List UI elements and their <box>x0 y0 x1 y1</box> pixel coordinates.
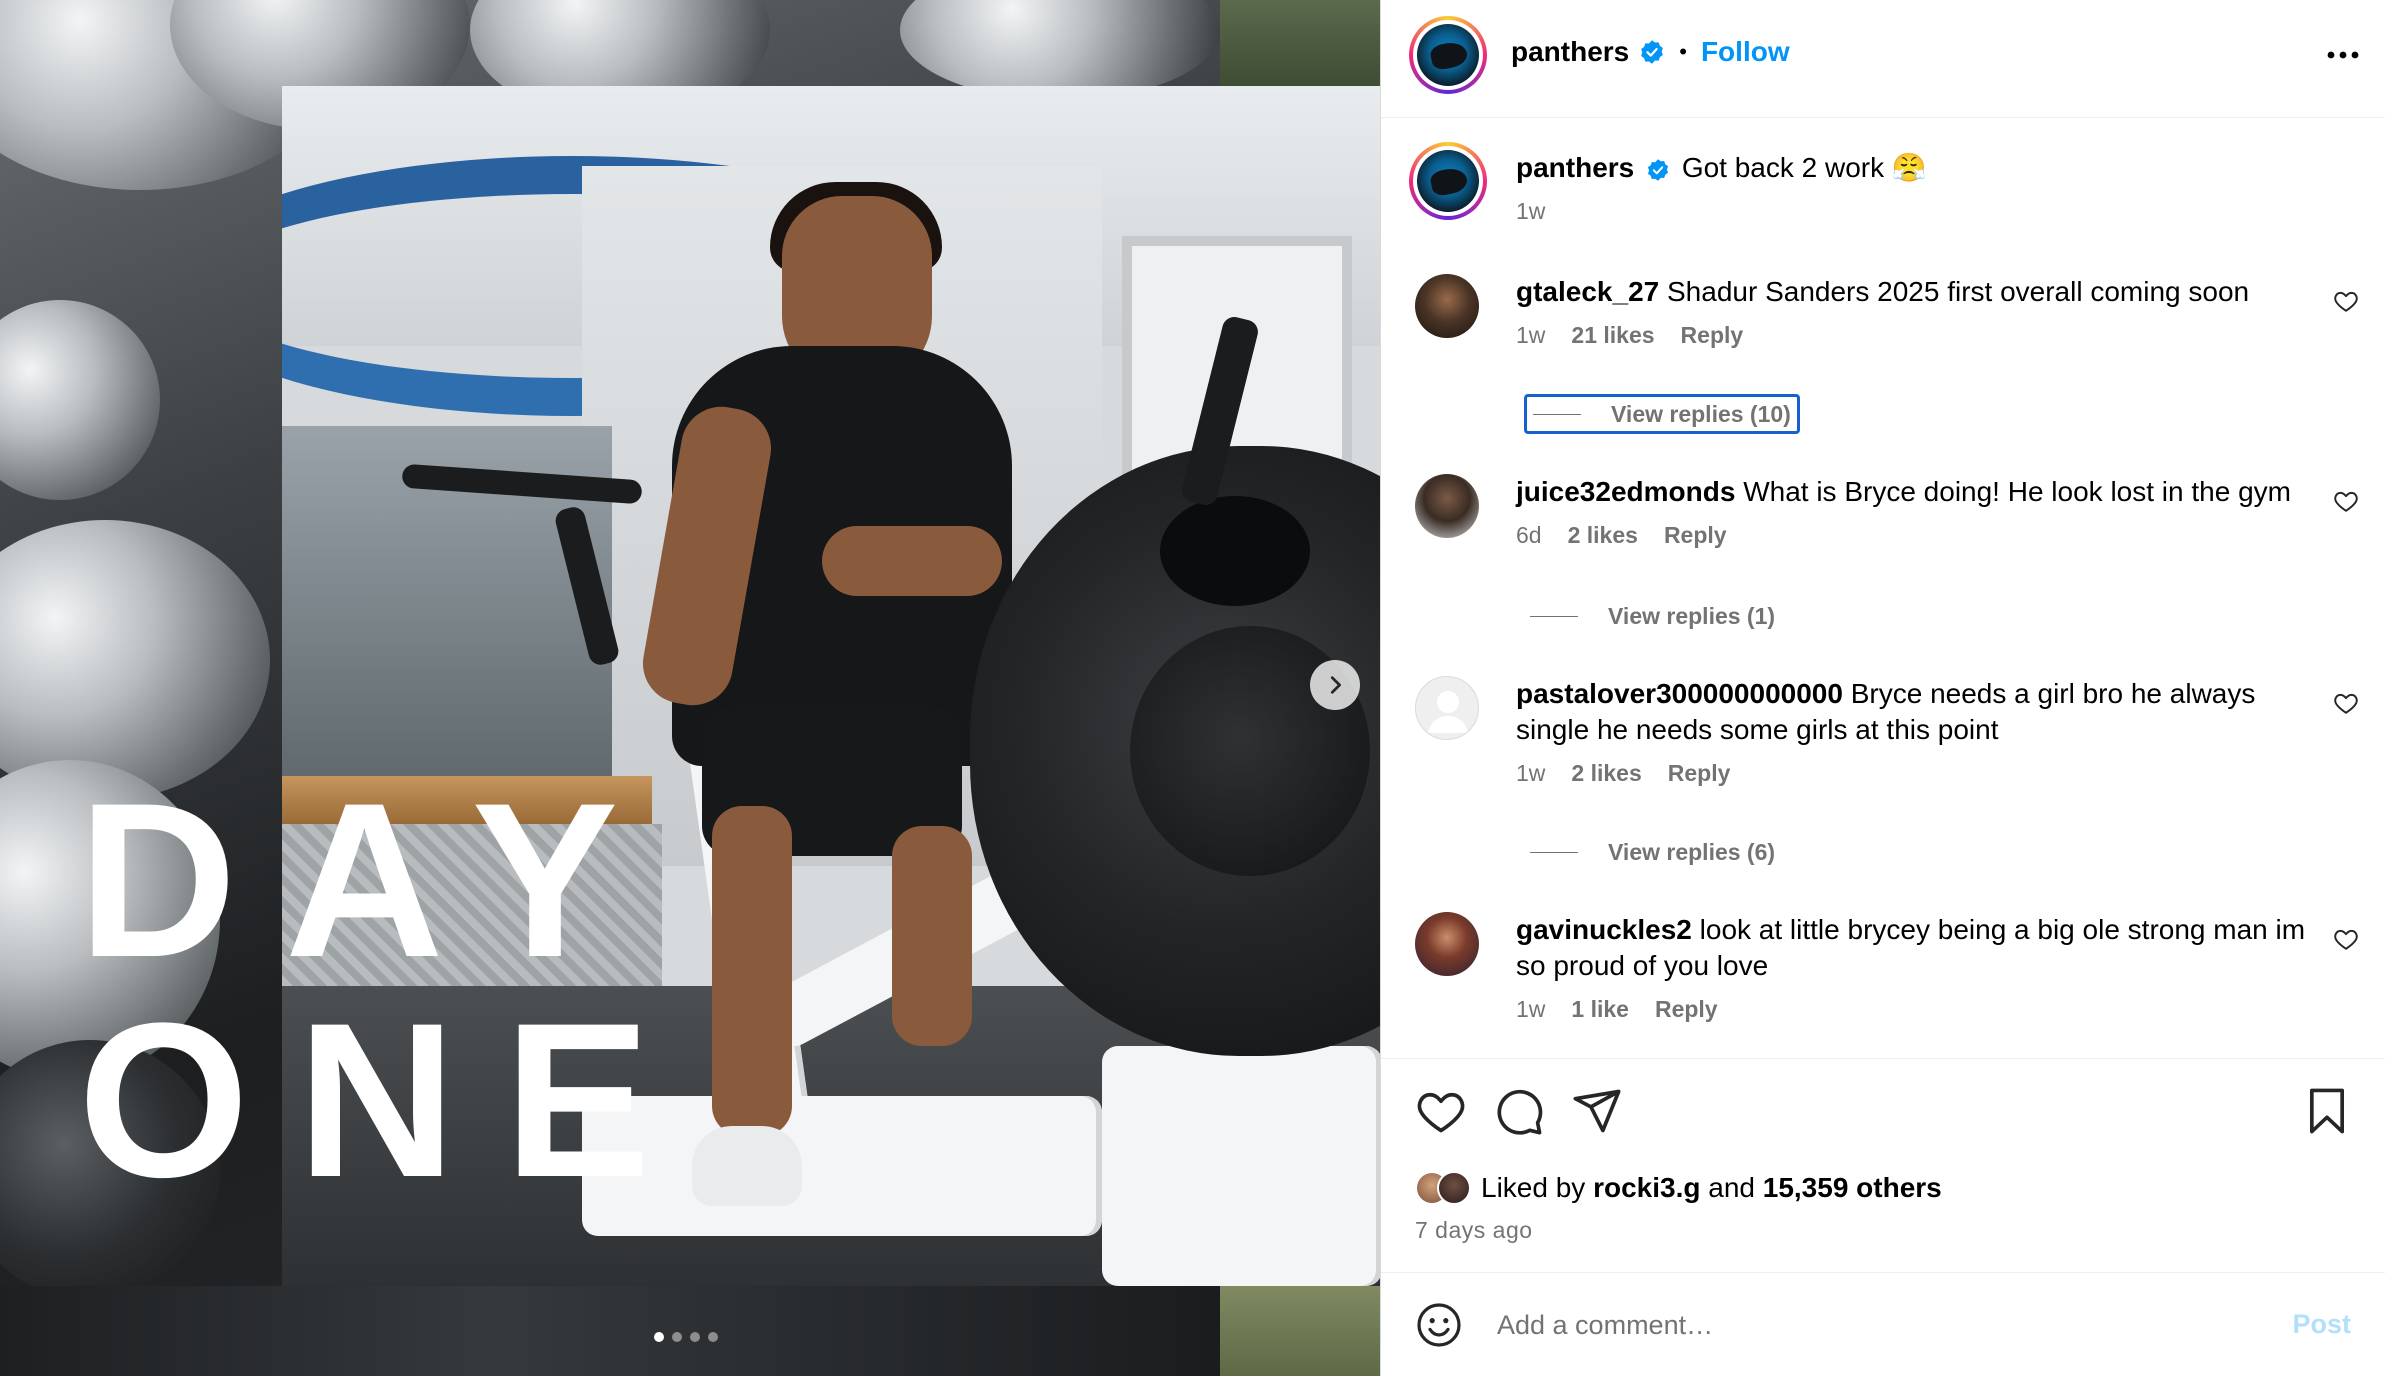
share-icon[interactable] <box>1571 1085 1623 1137</box>
likes-summary[interactable]: Liked by rocki3.g and 15,359 others <box>1415 1171 1942 1205</box>
comment-text: Shadur Sanders 2025 first overall coming… <box>1667 276 2250 307</box>
comment-icon[interactable] <box>1493 1085 1545 1137</box>
reply-button[interactable]: Reply <box>1655 996 1718 1023</box>
view-replies-button[interactable]: View replies (1) <box>1524 596 1781 636</box>
carousel-dot <box>654 1332 664 1342</box>
add-comment-bar: Post <box>1381 1272 2385 1376</box>
heart-icon[interactable] <box>1415 1085 1467 1137</box>
comment-likes[interactable]: 1 like <box>1571 996 1629 1023</box>
person-arm <box>822 526 1002 596</box>
carousel-dot <box>690 1332 700 1342</box>
comment-time: 6d <box>1516 522 1542 548</box>
post-header: panthers • Follow <box>1381 0 2385 118</box>
heart-icon[interactable] <box>2333 926 2359 952</box>
caption-username[interactable]: panthers <box>1516 152 1634 183</box>
comment-time: 1w <box>1516 760 1546 786</box>
comment-time: 1w <box>1516 996 1546 1022</box>
view-replies-button[interactable]: View replies (10) <box>1524 394 1800 434</box>
reply-button[interactable]: Reply <box>1664 522 1727 549</box>
verified-badge-icon <box>1648 158 1669 181</box>
person-leg <box>892 826 972 1046</box>
caption-time: 1w <box>1516 198 1546 224</box>
view-replies-label: View replies (1) <box>1608 602 1776 629</box>
header-username[interactable]: panthers <box>1511 36 1629 68</box>
liker-avatar <box>1437 1171 1471 1205</box>
caption: panthers Got back 2 work 😤 1w <box>1516 150 2316 225</box>
post-comment-button[interactable]: Post <box>2292 1309 2351 1340</box>
reply-button[interactable]: Reply <box>1668 760 1731 787</box>
replies-divider <box>1533 413 1581 415</box>
view-replies-button[interactable]: View replies (6) <box>1524 832 1781 872</box>
comments-list[interactable]: panthers Got back 2 work 😤 1w gtaleck_27… <box>1381 118 2385 1058</box>
background-equipment <box>0 1286 1220 1376</box>
verified-badge-icon <box>1641 40 1664 64</box>
commenter-avatar[interactable] <box>1415 912 1479 976</box>
likes-connector: and <box>1708 1172 1755 1203</box>
comment-time: 1w <box>1516 322 1546 348</box>
liker-username[interactable]: rocki3.g <box>1593 1172 1700 1203</box>
view-replies-label: View replies (6) <box>1608 838 1776 865</box>
header-avatar[interactable] <box>1409 16 1487 94</box>
panthers-logo <box>1417 24 1479 86</box>
comment-username[interactable]: pastalover300000000000 <box>1516 678 1843 709</box>
overlay-text-one: ONE <box>78 977 699 1223</box>
comment-username[interactable]: gavinuckles2 <box>1516 914 1692 945</box>
replies-divider <box>1530 615 1578 617</box>
comment-likes[interactable]: 2 likes <box>1568 522 1638 549</box>
emoji-icon[interactable] <box>1415 1301 1463 1349</box>
person-leg <box>712 806 792 1136</box>
machine-base <box>1102 1046 1380 1286</box>
overlay-text-day: DAY <box>78 757 667 1003</box>
header-separator: • <box>1679 39 1687 64</box>
comment-likes[interactable]: 2 likes <box>1571 760 1641 787</box>
caption-avatar[interactable] <box>1409 142 1487 220</box>
heart-icon[interactable] <box>2333 488 2359 514</box>
post-time: 7 days ago <box>1415 1217 1533 1243</box>
replies-divider <box>1530 851 1578 853</box>
chevron-right-icon <box>1330 676 1341 694</box>
bookmark-icon[interactable] <box>2301 1085 2353 1137</box>
weight-plate-hole <box>1160 496 1310 606</box>
comment-likes[interactable]: 21 likes <box>1571 322 1654 349</box>
background-grass <box>1220 0 1380 90</box>
panthers-logo <box>1417 150 1479 212</box>
comment-text: What is Bryce doing! He look lost in the… <box>1743 476 2291 507</box>
comment-input[interactable] <box>1495 1301 2255 1349</box>
post-media[interactable]: DAY ONE <box>0 0 1380 1376</box>
heart-icon[interactable] <box>2333 690 2359 716</box>
comment-username[interactable]: juice32edmonds <box>1516 476 1735 507</box>
carousel-indicator <box>654 1332 718 1342</box>
person-shoe <box>692 1126 802 1206</box>
carousel-dot <box>708 1332 718 1342</box>
carousel-dot <box>672 1332 682 1342</box>
commenter-avatar[interactable] <box>1415 474 1479 538</box>
likes-text: Liked by rocki3.g and 15,359 others <box>1481 1172 1942 1204</box>
post-actions: Liked by rocki3.g and 15,359 others 7 da… <box>1381 1058 2385 1272</box>
carousel-next-button[interactable] <box>1310 660 1360 710</box>
commenter-avatar[interactable] <box>1415 676 1479 740</box>
more-options-icon[interactable] <box>2323 40 2363 70</box>
heart-icon[interactable] <box>2333 288 2359 314</box>
reply-button[interactable]: Reply <box>1681 322 1744 349</box>
background-grass <box>1220 1286 1380 1376</box>
likes-prefix: Liked by <box>1481 1172 1586 1203</box>
post-details-panel: panthers • Follow panthers Got back 2 wo… <box>1380 0 2385 1376</box>
comment-username[interactable]: gtaleck_27 <box>1516 276 1659 307</box>
follow-button[interactable]: Follow <box>1701 36 1790 68</box>
commenter-avatar[interactable] <box>1415 274 1479 338</box>
caption-text: Got back 2 work 😤 <box>1681 152 1927 183</box>
likes-others[interactable]: 15,359 others <box>1763 1172 1942 1203</box>
default-avatar-icon <box>1428 691 1468 733</box>
view-replies-label: View replies (10) <box>1611 400 1791 427</box>
